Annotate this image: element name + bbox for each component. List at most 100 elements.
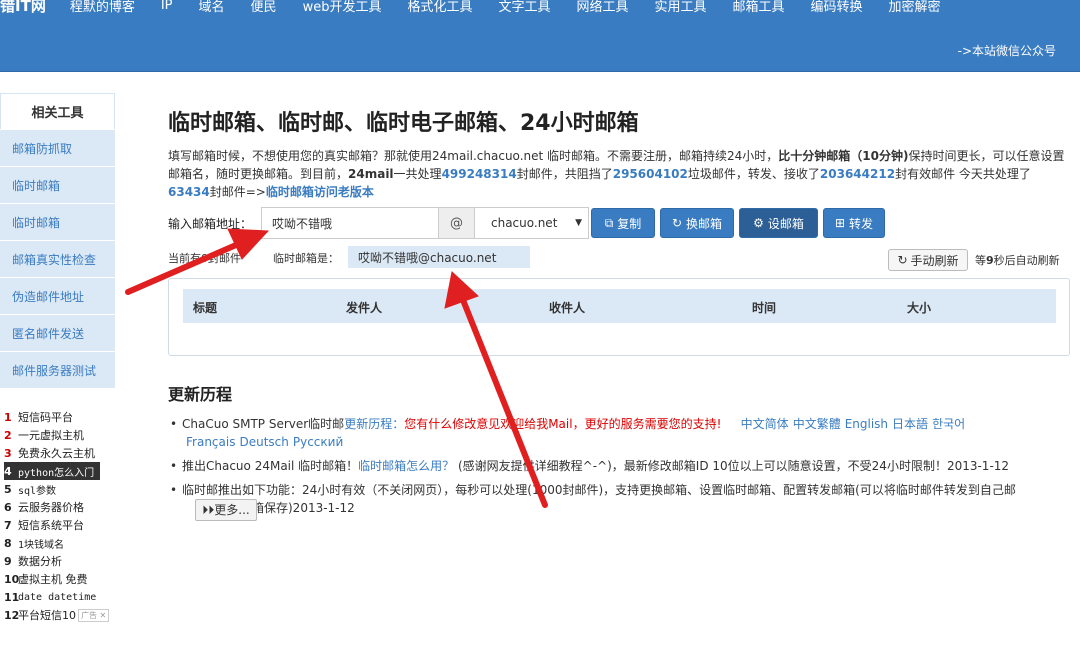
sidebar-item-temp-mail-2[interactable]: 临时邮箱 [0, 203, 115, 240]
nav-item-mail[interactable]: 邮箱工具 [733, 0, 785, 15]
nav-item-network[interactable]: 网络工具 [576, 0, 628, 15]
list-item[interactable]: 11 date datetime [4, 588, 114, 606]
nav-item-blog[interactable]: 程默的博客 [70, 0, 135, 15]
set-mailbox-button[interactable]: ⚙ 设邮箱 [739, 208, 818, 238]
page-description: 填写邮箱时候，不想使用您的真实邮箱？那就使用24mail.chacuo.net … [168, 147, 1073, 201]
auto-refresh-seconds: 9 [986, 254, 994, 267]
lang-ru[interactable]: Русский [293, 435, 343, 449]
list-item[interactable]: 3 免费永久云主机 [4, 444, 114, 462]
stat-blocked: 295604102 [612, 167, 688, 181]
table-header: 标题 发件人 收件人 时间 大小 [183, 289, 1056, 323]
list-item[interactable]: 12 平台短信10 广告 ✕ [4, 606, 114, 624]
list-item-rank: 7 [4, 518, 12, 532]
how-to-use-link[interactable]: 临时邮箱怎么用？ [358, 459, 454, 473]
sidebar-item-anti-harvest[interactable]: 邮箱防抓取 [0, 129, 115, 166]
main-nav: 错IT网 程默的博客 IP 域名 便民 web开发工具 格式化工具 文字工具 网… [0, 0, 967, 16]
desc-text: 填写邮箱时候，不想使用您的真实邮箱？那就使用24mail.chacuo.net … [168, 149, 779, 163]
column-header-size[interactable]: 大小 [907, 299, 931, 316]
sidebar-item-temp-mail-1[interactable]: 临时邮箱 [0, 166, 115, 203]
change-mailbox-button[interactable]: ↻ 换邮箱 [660, 208, 734, 238]
sidebar-item-fake-address[interactable]: 伪造邮件地址 [0, 277, 115, 314]
copy-button[interactable]: ⧉ 复制 [591, 208, 655, 238]
lang-en[interactable]: English [845, 417, 888, 431]
history-text: 箱保存)2013-1-12 [252, 501, 355, 515]
history-text: (感谢网友提供详细教程^-^)，最新修改邮箱ID 10位以上可以随意设置，不受2… [454, 459, 1010, 473]
list-item[interactable]: 9 数据分析 [4, 552, 114, 570]
refresh-icon: ↻ [671, 216, 683, 230]
list-item-text: 云服务器价格 [18, 501, 84, 514]
lang-zh-cn[interactable]: 中文简体 [741, 417, 789, 431]
list-item[interactable]: 1 短信码平台 [4, 408, 114, 426]
forward-button[interactable]: ⊞ 转发 [823, 208, 885, 238]
auto-refresh-post: 秒后自动刷新 [993, 254, 1060, 267]
sidebar-item-server-test[interactable]: 邮件服务器测试 [0, 351, 115, 388]
lang-ko[interactable]: 한국어 [932, 417, 965, 431]
more-button[interactable]: ⏵⏵ 更多... [195, 499, 257, 521]
sidebar-item-verify[interactable]: 邮箱真实性检查 [0, 240, 115, 277]
copy-icon: ⧉ [604, 215, 614, 230]
mailbox-name-input[interactable] [261, 207, 439, 239]
main-content: 临时邮箱、临时邮、临时电子邮箱、24小时邮箱 填写邮箱时候，不想使用您的真实邮箱… [168, 105, 1073, 521]
list-item-text: python怎么入门 [18, 467, 95, 479]
change-button-label: 换邮箱 [686, 216, 723, 231]
stat-valid: 203644212 [819, 167, 896, 181]
desc-bold: 比十分钟邮箱（10分钟) [778, 149, 909, 163]
history-item: 临时邮推出如下功能：24小时有效（不关闭网页），每秒可以处理(1000封邮件)，… [168, 481, 1073, 521]
nav-item-crypto[interactable]: 加密解密 [889, 0, 941, 15]
domain-select-value: chacuo.net [491, 216, 558, 230]
lang-fr[interactable]: Français [186, 435, 235, 449]
list-item-rank: 2 [4, 428, 12, 442]
column-header-time[interactable]: 时间 [752, 299, 776, 316]
list-item[interactable]: 10 虚拟主机 免费 [4, 570, 114, 588]
nav-item-utility[interactable]: 实用工具 [655, 0, 707, 15]
nav-item-ip[interactable]: IP [161, 0, 173, 13]
list-item-rank: 11 [4, 590, 20, 604]
history-link[interactable]: 更新历程： [344, 417, 404, 431]
lang-ja[interactable]: 日本語 [892, 417, 928, 431]
desc-text: 封有效邮件 今天共处理了 [895, 167, 1031, 181]
stat-processed: 499248314 [441, 167, 517, 181]
nav-item-domain[interactable]: 域名 [199, 0, 225, 15]
page-title: 临时邮箱、临时邮、临时电子邮箱、24小时邮箱 [168, 111, 639, 136]
list-item[interactable]: 8 1块钱域名 [4, 534, 114, 552]
more-button-label: 更多... [214, 503, 250, 517]
column-header-subject[interactable]: 标题 [193, 299, 217, 316]
lang-de[interactable]: Deutsch [239, 435, 288, 449]
nav-item-convenience[interactable]: 便民 [251, 0, 277, 15]
manual-refresh-button[interactable]: ↻ 手动刷新 [888, 249, 968, 271]
list-item-selected[interactable]: 4 python怎么入门 [4, 462, 100, 480]
auto-refresh-text: 等9秒后自动刷新 [975, 252, 1060, 268]
mail-count-label: 当前有0封邮件 [168, 252, 241, 265]
nav-item-webdev[interactable]: web开发工具 [303, 0, 382, 15]
column-header-sender[interactable]: 发件人 [346, 299, 382, 316]
wechat-account-link[interactable]: ->本站微信公众号 [958, 42, 1056, 59]
domain-select[interactable]: chacuo.net ▼ [475, 207, 589, 239]
ad-badge[interactable]: 广告 ✕ [78, 608, 110, 622]
list-item-rank: 12 [4, 608, 20, 622]
list-item[interactable]: 2 一元虚拟主机 [4, 426, 114, 444]
lang-zh-tw[interactable]: 中文繁體 [793, 417, 841, 431]
history-item: ChaCuo SMTP Server临时邮更新历程：您有什么修改意见欢迎给我Ma… [168, 415, 1073, 451]
temp-address-value[interactable]: 哎呦不错哦@chacuo.net [348, 246, 530, 268]
list-item-text: 1块钱域名 [18, 539, 65, 551]
list-item-text: date datetime [18, 591, 97, 603]
sidebar-item-anon-send[interactable]: 匿名邮件发送 [0, 314, 115, 351]
old-version-link[interactable]: 临时邮箱访问老版本 [266, 185, 374, 199]
double-arrow-icon: ⏵⏵ [202, 503, 215, 517]
site-logo[interactable]: 错IT网 [0, 0, 46, 16]
at-sign: @ [439, 207, 475, 239]
nav-item-text[interactable]: 文字工具 [498, 0, 550, 15]
list-item[interactable]: 7 短信系统平台 [4, 516, 114, 534]
column-header-recipient[interactable]: 收件人 [549, 299, 585, 316]
list-item[interactable]: 5 sql参数 [4, 480, 114, 498]
address-input-row: 输入邮箱地址： @ chacuo.net ▼ ⧉复制 ↻换邮箱 ⚙设邮箱 ⊞转发 [168, 207, 1073, 239]
nav-item-format[interactable]: 格式化工具 [407, 0, 472, 15]
list-item-text: 短信码平台 [18, 411, 73, 424]
list-item[interactable]: 6 云服务器价格 [4, 498, 114, 516]
desc-text: 垃圾邮件，转发、接收了 [687, 167, 820, 181]
list-item-rank: 5 [4, 482, 12, 496]
list-item-rank: 10 [4, 572, 20, 586]
nav-item-encoding[interactable]: 编码转换 [811, 0, 863, 15]
set-button-label: 设邮箱 [767, 216, 804, 231]
desc-text: 一共处理 [393, 167, 442, 181]
